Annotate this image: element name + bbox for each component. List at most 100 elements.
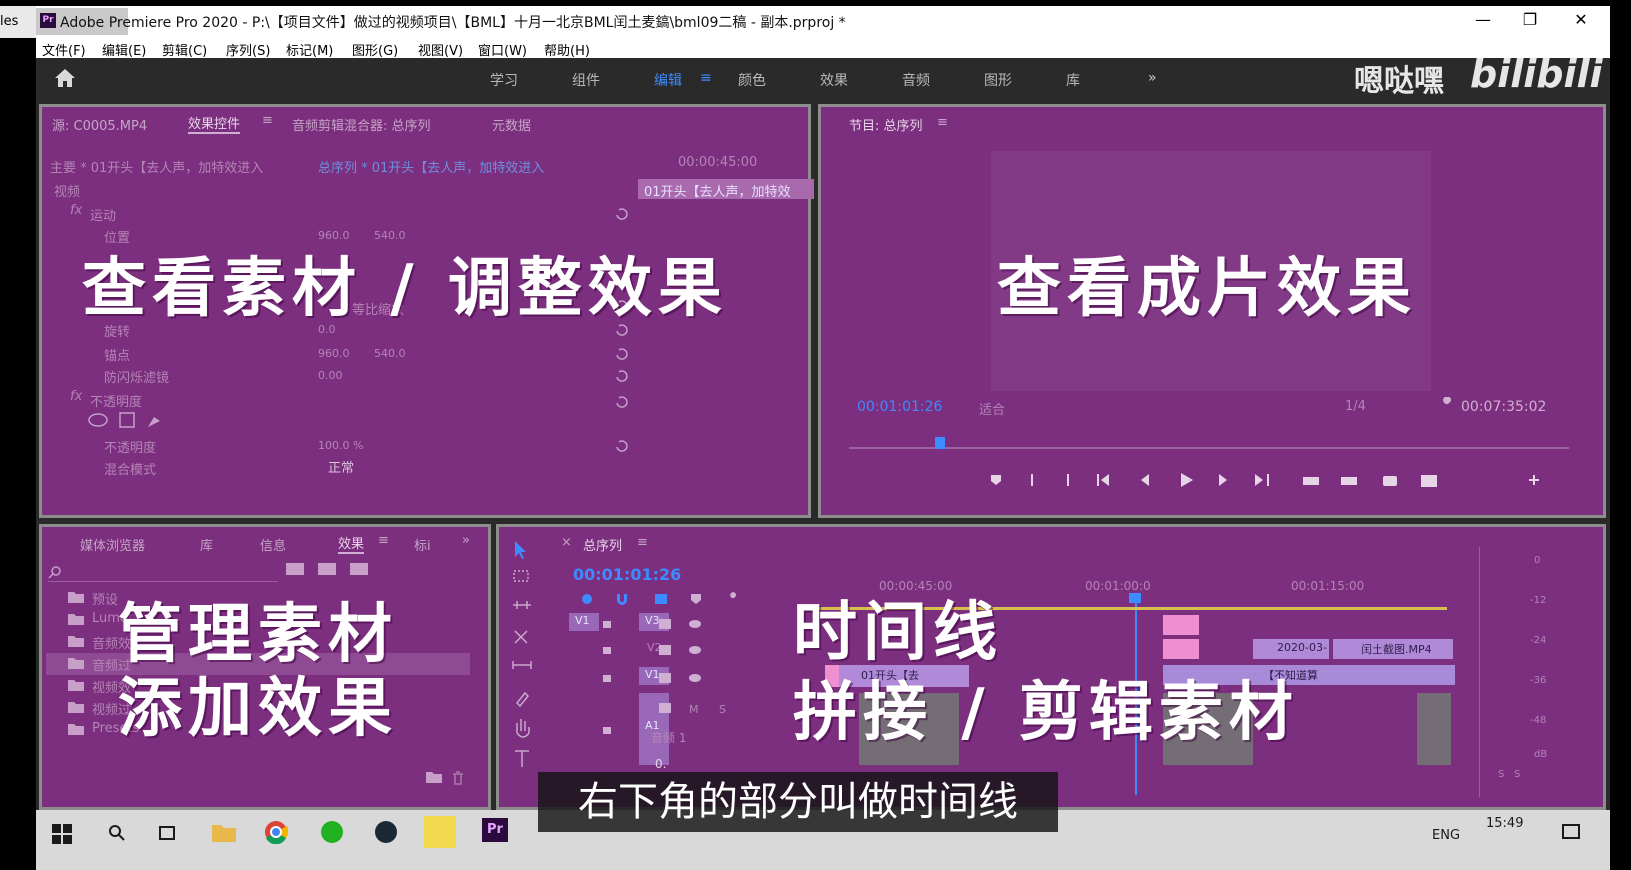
master-clip-label[interactable]: 主要 * 01开头【去人声，加特效进入 (50, 157, 263, 176)
timeline-timecode[interactable]: 00:01:01:26 (573, 565, 681, 584)
clock-time[interactable]: 15:49 (1486, 816, 1523, 831)
meter-solo-left[interactable]: S (1498, 769, 1504, 780)
input-language[interactable]: ENG (1432, 828, 1460, 843)
menu-clip[interactable]: 剪辑(C) (162, 40, 207, 59)
clip-bar[interactable]: 01开头【去人声，加特效 (638, 179, 814, 200)
workspace-audio[interactable]: 音频 (902, 70, 930, 90)
track-lock-icons[interactable] (603, 617, 713, 747)
flicker-value[interactable]: 0.00 (318, 369, 343, 382)
effects-search-input[interactable] (48, 565, 278, 582)
menu-help[interactable]: 帮助(H) (544, 40, 590, 59)
opacity-value[interactable]: 100.0 % (318, 439, 363, 452)
tab-metadata[interactable]: 元数据 (492, 115, 531, 134)
workspace-learn[interactable]: 学习 (490, 70, 518, 90)
windows-start-icon[interactable] (52, 824, 72, 844)
fit-select[interactable]: 适合 (979, 399, 1005, 418)
program-timecode[interactable]: 00:01:01:26 (857, 399, 942, 415)
list-item[interactable]: 预设 (92, 589, 118, 608)
chrome-icon[interactable] (264, 820, 288, 844)
anchor-y[interactable]: 540.0 (374, 347, 406, 360)
fx-icon: fx (70, 203, 83, 218)
sketch-app-icon[interactable] (424, 816, 456, 848)
program-scrub-bar[interactable] (849, 447, 1569, 449)
clip-v2-a[interactable] (1163, 639, 1199, 659)
more-tabs-icon[interactable]: » (462, 533, 470, 548)
menu-window[interactable]: 窗口(W) (478, 40, 527, 59)
tab-menu-icon[interactable]: ≡ (262, 113, 273, 128)
clip-fx-v3[interactable] (1163, 615, 1199, 635)
opacity-label: 不透明度 (104, 441, 157, 456)
menu-view[interactable]: 视图(V) (418, 40, 463, 59)
sequence-clip-label[interactable]: 总序列 * 01开头【去人声，加特效进入 (318, 157, 544, 176)
tab-media-browser[interactable]: 媒体浏览器 (80, 535, 145, 554)
restore-button[interactable]: ❐ (1515, 8, 1545, 32)
file-explorer-icon[interactable] (212, 822, 236, 842)
workspace-libraries[interactable]: 库 (1066, 70, 1080, 90)
folder-icon (68, 613, 84, 625)
workspace-editing[interactable]: 编辑 (654, 70, 682, 90)
solo-toggle[interactable]: S (719, 703, 726, 716)
search-icon[interactable] (108, 824, 126, 842)
anchor-x[interactable]: 960.0 (318, 347, 350, 360)
menu-sequence[interactable]: 序列(S) (226, 40, 270, 59)
steam-icon[interactable] (374, 820, 398, 844)
resolution-select[interactable]: 1/4 (1345, 399, 1366, 414)
left-edge-label: les (0, 6, 36, 38)
wechat-icon[interactable] (320, 820, 344, 844)
effect-controls-panel: 源: C0005.MP4 效果控件 ≡ 音频剪辑混合器: 总序列 元数据 主要 … (39, 104, 814, 518)
menu-file[interactable]: 文件(F) (42, 40, 86, 59)
trash-icon[interactable] (452, 771, 464, 785)
workspace-effects[interactable]: 效果 (820, 70, 848, 90)
tab-effects[interactable]: 效果 (338, 533, 365, 554)
opacity-group-label: 不透明度 (90, 395, 143, 410)
program-tab-menu-icon[interactable]: ≡ (937, 115, 948, 130)
timeline-close-icon[interactable]: × (561, 535, 572, 550)
tab-effect-controls[interactable]: 效果控件 (188, 113, 241, 134)
task-view-icon[interactable] (158, 824, 178, 842)
clip-runtu[interactable]: 闰土截图.MP4 (1333, 639, 1453, 659)
blend-mode-select[interactable]: 正常 (328, 457, 354, 476)
source-patch-v1[interactable]: V1 (569, 613, 599, 631)
menu-marker[interactable]: 标记(M) (286, 40, 333, 59)
close-button[interactable]: ✕ (1566, 8, 1596, 32)
effects-tab-menu-icon[interactable]: ≡ (378, 533, 389, 548)
premiere-taskbar-icon[interactable]: Pr (482, 818, 508, 842)
home-icon[interactable] (54, 68, 76, 88)
ruler-tick: 00:01:15:00 (1291, 579, 1365, 593)
ruler-tick: 00:01:00:0 (1085, 579, 1151, 593)
workspace-more[interactable]: » (1148, 70, 1157, 86)
workspace-assembly[interactable]: 组件 (572, 70, 600, 90)
clip-2020[interactable]: 2020-03- (1253, 639, 1329, 659)
audio-track-name: 音频 1 (651, 731, 687, 745)
tab-source[interactable]: 源: C0005.MP4 (52, 115, 147, 134)
program-tab[interactable]: 节目: 总序列 (849, 115, 923, 134)
caption-effect-controls: 查看素材 / 调整效果 (82, 252, 728, 326)
clip-label: 闰土截图.MP4 (1361, 643, 1432, 656)
timeline-tab[interactable]: 总序列 (583, 535, 622, 554)
audio-clip-3[interactable] (1417, 693, 1451, 765)
timeline-tab-menu-icon[interactable]: ≡ (637, 535, 648, 550)
mask-tools[interactable] (88, 411, 168, 429)
tab-info[interactable]: 信息 (260, 535, 286, 554)
menu-graphics[interactable]: 图形(G) (352, 40, 398, 59)
tab-libraries[interactable]: 库 (200, 535, 213, 554)
workspace-menu-icon[interactable]: ≡ (700, 70, 712, 86)
notification-icon[interactable] (1562, 824, 1580, 840)
tab-markers[interactable]: 标i (414, 535, 431, 554)
settings-wrench-icon[interactable] (1439, 397, 1455, 413)
timeline-toolbar-icons[interactable] (579, 591, 749, 607)
meter-solo-right[interactable]: S (1514, 769, 1520, 780)
menu-edit[interactable]: 编辑(E) (102, 40, 146, 59)
program-playhead[interactable] (935, 437, 945, 449)
mute-toggle[interactable]: M (689, 703, 699, 716)
transport-controls[interactable] (991, 471, 1551, 489)
workspace-color[interactable]: 颜色 (738, 70, 766, 90)
meter-tick: -48 (1530, 715, 1547, 726)
effect-filter-icons[interactable] (286, 561, 376, 577)
minimize-button[interactable]: — (1468, 8, 1498, 32)
new-bin-icon[interactable] (426, 771, 442, 783)
workspace-graphics[interactable]: 图形 (984, 70, 1012, 90)
track-volume[interactable]: 0. (655, 757, 666, 771)
tab-audio-mixer[interactable]: 音频剪辑混合器: 总序列 (292, 115, 431, 134)
playhead-handle[interactable] (1129, 593, 1141, 603)
